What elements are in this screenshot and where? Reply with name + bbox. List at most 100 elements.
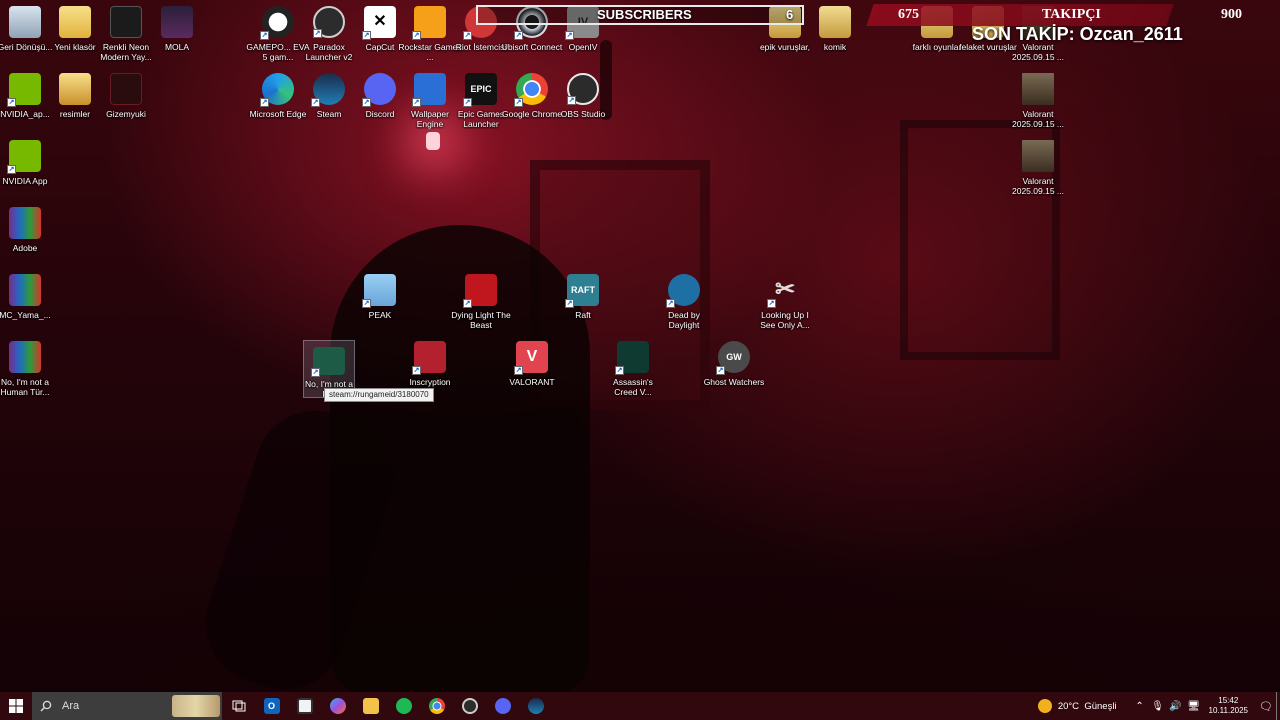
nvidia-icon: ↗: [7, 73, 41, 107]
follower-goal-title: TAKIPÇI: [1042, 7, 1101, 22]
icon-tooltip: steam://rungameid/3180070: [324, 388, 434, 402]
taskbar: Ara O 20°C Güneşli ⌃ 🎙 🔊 🖥 15:42 10.11.2…: [0, 692, 1280, 720]
taskbar-app-discord[interactable]: [486, 692, 519, 720]
shortcut-arrow-icon: ↗: [514, 98, 523, 107]
show-desktop-button[interactable]: [1276, 692, 1280, 720]
task-view-button[interactable]: [222, 692, 255, 720]
taskbar-app-steam[interactable]: [519, 692, 552, 720]
system-tray: 20°C Güneşli ⌃ 🎙 🔊 🖥 15:42 10.11.2025 🗨: [1037, 692, 1280, 720]
edge-icon: ↗: [260, 73, 294, 107]
steam-icon: [527, 698, 544, 714]
speaker-icon[interactable]: 🔊: [1168, 701, 1184, 712]
winrar-archive-icon: [9, 341, 41, 373]
ghost-watchers-glyph: GW: [726, 352, 742, 362]
last-follower-text: SON TAKİP: Ozcan_2611: [972, 24, 1183, 44]
desktop-icon-nvidia-app[interactable]: ↗ NVIDIA App: [0, 134, 57, 186]
desktop-icon-obs[interactable]: ↗ OBS Studio: [551, 67, 615, 119]
desktop-icon-label: NVIDIA App: [2, 176, 48, 186]
desktop-icon-dead-by-daylight[interactable]: ↗ Dead by Daylight: [652, 268, 716, 330]
taskbar-app-paradox[interactable]: [453, 692, 486, 720]
desktop-icon-label: OBS Studio: [560, 109, 606, 119]
ghost-watchers-icon: GW ↗: [716, 341, 750, 375]
image-file-icon: [161, 6, 193, 38]
wallpaper-lamp: [426, 132, 440, 150]
desktop-icon-mola[interactable]: MOLA: [145, 0, 209, 52]
desktop-icon-label: Dead by Daylight: [668, 310, 700, 330]
taskbar-app-store[interactable]: [288, 692, 321, 720]
desktop-icon-label: Inscryption: [409, 377, 451, 387]
folder-icon: [59, 6, 91, 38]
desktop-icon-label: Assassin's Creed V...: [613, 377, 653, 397]
obs-icon: ↗: [567, 73, 599, 105]
desktop-icon-label: Dying Light The Beast: [451, 310, 511, 330]
shortcut-arrow-icon: ↗: [567, 96, 576, 105]
desktop-icon-valorant-clip-3[interactable]: Valorant 2025.09.15 ...: [1006, 134, 1070, 196]
desktop-icon-label: Valorant 2025.09.15 ...: [1012, 109, 1064, 129]
desktop-icon-label: Raft: [575, 310, 591, 320]
desktop-icon-assassins-creed[interactable]: ↗ Assassin's Creed V...: [601, 335, 665, 397]
shortcut-arrow-icon: ↗: [514, 31, 523, 40]
folder-icon: [362, 698, 379, 714]
sunny-weather-icon: [1037, 699, 1052, 713]
subscribers-label: SUBSCRIBERS: [597, 7, 692, 22]
shortcut-arrow-icon: ↗: [767, 299, 776, 308]
weather-temperature: 20°C: [1057, 700, 1080, 712]
task-view-icon: [232, 700, 245, 712]
desktop-icon-label: PEAK: [368, 310, 392, 320]
desktop-icon-peak[interactable]: ↗ PEAK: [348, 268, 412, 320]
clock[interactable]: 15:42 10.11.2025: [1209, 696, 1248, 716]
desktop-icon-valorant-clip-2[interactable]: Valorant 2025.09.15 ...: [1006, 67, 1070, 129]
winrar-archive-icon: [9, 274, 41, 306]
shortcut-arrow-icon: ↗: [615, 366, 624, 375]
taskbar-app-spotify[interactable]: [387, 692, 420, 720]
peak-icon: ↗: [362, 274, 396, 308]
start-button[interactable]: [0, 692, 32, 720]
shortcut-arrow-icon: ↗: [311, 98, 320, 107]
discord-icon: ↗: [362, 73, 396, 107]
desktop-icon-label: Ghost Watchers: [703, 377, 765, 387]
recycle-bin-icon: [9, 6, 41, 38]
dead-by-daylight-icon: ↗: [666, 274, 700, 308]
follower-goal-target: 900: [1221, 7, 1242, 22]
desktop-icon-inscryption[interactable]: ↗ Inscryption: [398, 335, 462, 387]
taskbar-app-file-explorer[interactable]: [354, 692, 387, 720]
shortcut-arrow-icon: ↗: [311, 368, 320, 378]
copilot-icon: [329, 698, 346, 714]
microphone-icon[interactable]: 🎙: [1150, 701, 1166, 712]
desktop-icon-valorant[interactable]: V ↗ VALORANT: [500, 335, 564, 387]
video-thumbnail-icon: [1022, 140, 1054, 172]
shortcut-arrow-icon: ↗: [362, 98, 371, 107]
epic-games-icon: EPIC ↗: [463, 73, 497, 107]
weather-widget[interactable]: 20°C Güneşli: [1037, 699, 1117, 713]
taskbar-app-outlook[interactable]: O: [255, 692, 288, 720]
gamepop-icon: ↗: [260, 6, 294, 40]
image-file-icon: [110, 6, 142, 38]
shortcut-arrow-icon: ↗: [412, 366, 421, 375]
desktop-icon-label: Adobe: [12, 243, 38, 253]
desktop-icon-no-im-not-human-archive[interactable]: No, I'm not a Human Tür...: [0, 335, 57, 397]
shortcut-arrow-icon: ↗: [412, 98, 421, 107]
desktop-icon-dying-light[interactable]: ↗ Dying Light The Beast: [449, 268, 513, 330]
taskbar-app-copilot[interactable]: [321, 692, 354, 720]
desktop-icon-label: komik: [823, 42, 847, 52]
shortcut-arrow-icon: ↗: [565, 299, 574, 308]
desktop-icon-label: No, I'm not a Human Tür...: [0, 377, 50, 397]
desktop-icon-ghost-watchers[interactable]: GW ↗ Ghost Watchers: [702, 335, 766, 387]
desktop-icon-label: Gizemyuki: [106, 109, 146, 119]
wallpaper-figure-arm: [190, 395, 410, 705]
desktop-icon-gizemyuki[interactable]: Gizemyuki: [94, 67, 158, 119]
desktop-icon-looking-up[interactable]: ✂ ↗ Looking Up I See Only A...: [753, 268, 817, 331]
epic-games-glyph: EPIC: [470, 84, 492, 94]
network-icon[interactable]: 🖥: [1186, 701, 1202, 712]
taskbar-search[interactable]: Ara: [32, 692, 222, 720]
shortcut-arrow-icon: ↗: [514, 366, 523, 375]
desktop-icon-komik[interactable]: komik: [803, 0, 867, 52]
chevron-up-icon[interactable]: ⌃: [1132, 701, 1148, 712]
desktop-icon-adobe[interactable]: Adobe: [0, 201, 57, 253]
raft-glyph: RAFT: [571, 285, 595, 295]
dying-light-icon: ↗: [463, 274, 497, 308]
taskbar-app-chrome[interactable]: [420, 692, 453, 720]
desktop-icon-mc-yama[interactable]: MC_Yama_...: [0, 268, 57, 320]
notification-icon[interactable]: 🗨: [1256, 700, 1276, 713]
desktop-icon-raft[interactable]: RAFT ↗ Raft: [551, 268, 615, 320]
